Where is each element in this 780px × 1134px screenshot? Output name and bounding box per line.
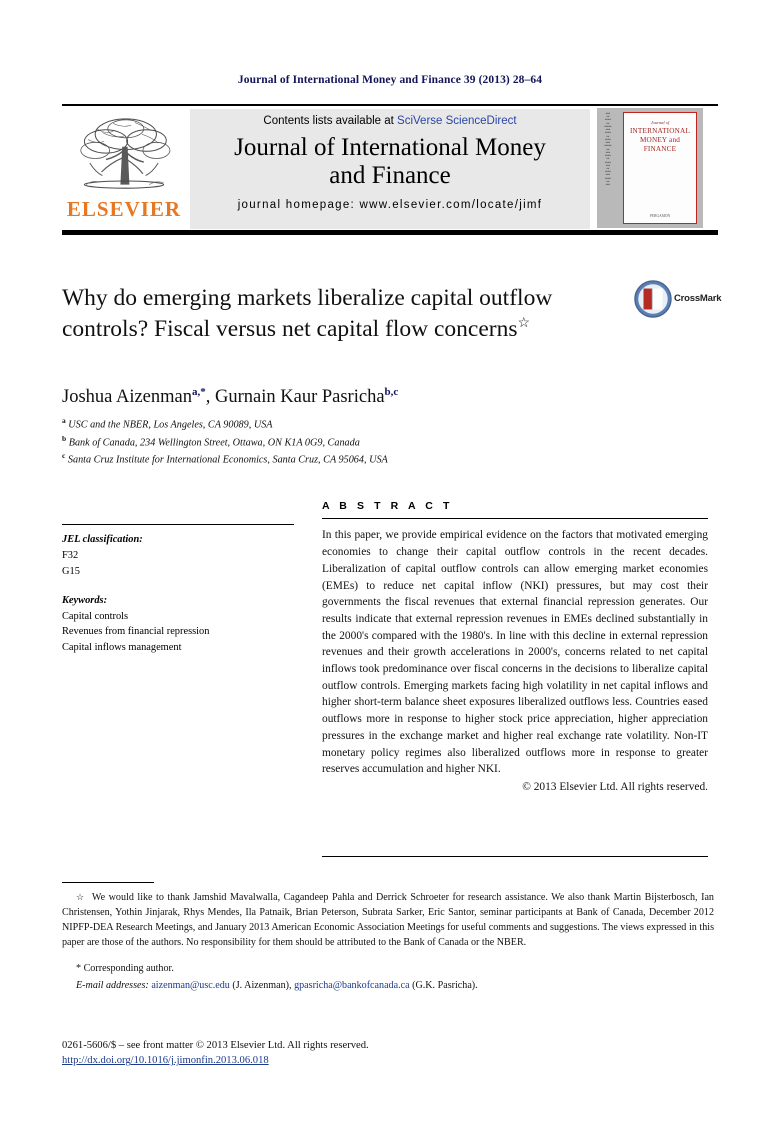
cover-title: INTERNATIONAL MONEY and FINANCE: [629, 127, 691, 153]
footnote-rule: [62, 882, 154, 884]
acknowledgement-footnote: ☆ We would like to thank Jamshid Mavalwa…: [62, 890, 714, 951]
jel-heading: JEL classification:: [62, 534, 143, 546]
author-list: Joshua Aizenmana,*, Gurnain Kaur Pasrich…: [62, 386, 399, 408]
masthead-rule-bottom: [62, 230, 718, 235]
abstract-heading: A B S T R A C T: [322, 500, 453, 512]
title-footnote-marker: ☆: [517, 315, 531, 331]
keyword-item: Capital controls: [62, 610, 129, 622]
issn-line: 0261-5606/$ – see front matter © 2013 El…: [62, 1040, 369, 1051]
author-name-1: Gurnain Kaur Pasricha: [215, 387, 385, 408]
crossmark-badge-group[interactable]: CrossMark: [634, 280, 722, 320]
email-owner-0: (J. Aizenman): [232, 979, 290, 991]
running-head: Journal of International Money and Finan…: [237, 74, 543, 86]
keyword-item: Revenues from financial repression: [62, 626, 210, 638]
acknowledgement-text: We would like to thank Jamshid Mavalwall…: [62, 892, 714, 949]
affiliation-mark-1: b: [62, 433, 67, 443]
elsevier-wordmark: ELSEVIER: [66, 197, 182, 221]
email-footnote: E-mail addresses: aizenman@usc.edu (J. A…: [76, 979, 478, 991]
journal-title-line2: and Finance: [329, 162, 451, 189]
abstract-copyright: © 2013 Elsevier Ltd. All rights reserved…: [522, 780, 708, 793]
email-link-pasricha[interactable]: gpasricha@bankofcanada.ca: [294, 980, 410, 991]
email-label: E-mail addresses:: [76, 979, 149, 991]
email-owner-1: (G.K. Pasricha): [412, 979, 476, 991]
abstract-rule-top: [322, 518, 708, 520]
page-title: Why do emerging markets liberalize capit…: [62, 283, 622, 344]
doi-link[interactable]: http://dx.doi.org/10.1016/j.jimonfin.201…: [62, 1055, 269, 1066]
affiliation-text-2: Santa Cruz Institute for International E…: [67, 454, 388, 466]
affiliation-list: a USC and the NBER, Los Angeles, CA 9008…: [62, 415, 662, 468]
article-info-column: JEL classification: F32 G15 Keywords: Ca…: [62, 524, 294, 656]
affiliation-item: b Bank of Canada, 234 Wellington Street,…: [62, 433, 662, 451]
cover-journal-word: Journal of: [650, 120, 670, 125]
meta-spacer: [62, 580, 294, 593]
journal-homepage[interactable]: journal homepage: www.elsevier.com/locat…: [238, 199, 543, 211]
crossmark-icon: [634, 280, 672, 318]
author-marks-0: a,*: [192, 386, 206, 398]
contents-prefix: Contents lists available at: [263, 115, 398, 127]
keywords-heading: Keywords:: [62, 594, 108, 606]
jel-code: G15: [62, 566, 80, 578]
crossmark-label: CrossMark: [674, 293, 722, 304]
paper-title-text: Why do emerging markets liberalize capit…: [62, 285, 553, 342]
affiliation-text-1: Bank of Canada, 234 Wellington Street, O…: [68, 437, 360, 449]
affiliation-mark-0: a: [62, 416, 66, 425]
journal-title: Journal of International Money and Finan…: [234, 134, 546, 190]
corresponding-text: Corresponding author.: [83, 962, 174, 974]
article-info-rule: [62, 524, 294, 526]
journal-title-line1: Journal of International Money: [234, 134, 546, 161]
masthead-rule-top: [62, 104, 718, 106]
author-marks-1: b,c: [384, 386, 399, 398]
abstract-rule-bottom: [322, 856, 708, 858]
corresponding-marker: *: [76, 962, 82, 974]
article-first-page: Journal of International Money and Finan…: [0, 0, 780, 1134]
sciencedirect-link[interactable]: SciVerse ScienceDirect: [397, 115, 517, 127]
cover-contents-strip: ■■■ ■■ ■■■■ ■■ ■■■■■ ■■■ ■■■■ ■■ ■■■■ ■■■ ■■■■■ ■■ ■…: [604, 112, 612, 187]
front-matter-block: 0261-5606/$ – see front matter © 2013 El…: [62, 1038, 714, 1069]
elsevier-tree-icon: [80, 118, 171, 189]
abstract-text: In this paper, we provide empirical evid…: [322, 529, 708, 776]
corresponding-author-footnote: * Corresponding author.: [62, 961, 714, 976]
footnote-block: ☆ We would like to thank Jamshid Mavalwa…: [62, 890, 714, 993]
affiliation-item: c Santa Cruz Institute for International…: [62, 450, 662, 468]
affiliation-text-0: USC and the NBER, Los Angeles, CA 90089,…: [68, 419, 273, 431]
masthead-center-panel: Contents lists available at SciVerse Sci…: [190, 109, 590, 229]
acknowledgement-marker: ☆: [76, 892, 86, 902]
author-name-0: Joshua Aizenman: [62, 387, 192, 408]
affiliation-item: a USC and the NBER, Los Angeles, CA 9008…: [62, 415, 662, 433]
contents-available-line: Contents lists available at SciVerse Sci…: [263, 115, 516, 127]
journal-masthead: ELSEVIER Contents lists available at Sci…: [62, 104, 718, 235]
affiliation-mark-2: c: [62, 451, 66, 461]
journal-cover-thumbnail: ■■■ ■■ ■■■■ ■■ ■■■■■ ■■■ ■■■■ ■■ ■■■■ ■■■ ■■■■■ ■■ ■…: [597, 108, 703, 228]
cover-publisher: PERGAMON: [649, 214, 671, 218]
cover-front-panel: Journal of INTERNATIONAL MONEY and FINAN…: [623, 112, 697, 224]
email-link-aizenman[interactable]: aizenman@usc.edu: [151, 980, 230, 991]
elsevier-logo: ELSEVIER: [64, 110, 184, 228]
title-block: Why do emerging markets liberalize capit…: [62, 283, 622, 344]
abstract-column: A B S T R A C T In this paper, we provid…: [322, 500, 708, 796]
jel-code: F32: [62, 550, 79, 562]
keyword-item: Capital inflows management: [62, 642, 182, 654]
